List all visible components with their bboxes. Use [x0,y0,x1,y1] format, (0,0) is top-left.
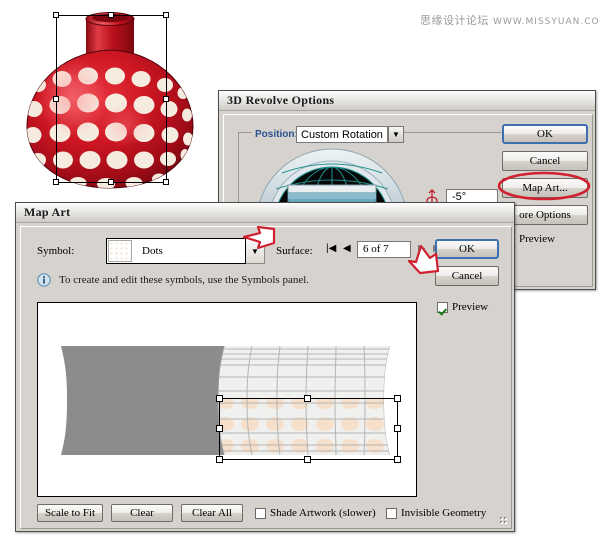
invisible-geometry-label: Invisible Geometry [401,507,487,519]
map-art-preview-canvas[interactable] [37,302,417,497]
map-art-title: Map Art [24,205,71,219]
selection-handle[interactable] [108,179,114,185]
selection-handle[interactable] [53,179,59,185]
map-art-body: Symbol: Dots ▼ Surface: |◀ ◀ 6 of 7 ▶ ▶|… [20,226,512,529]
symbol-label: Symbol: [37,245,75,257]
vase-illustration [26,12,194,189]
info-icon [37,273,51,287]
map-art-titlebar[interactable]: Map Art [16,203,514,223]
selection-handle[interactable] [163,179,169,185]
invisible-geometry-row[interactable]: Invisible Geometry [386,507,486,519]
surface-label: Surface: [276,245,313,257]
map-art-cancel-button[interactable]: Cancel [435,266,499,286]
revolve-ok-button[interactable]: OK [502,124,588,144]
shade-artwork-checkbox[interactable] [255,507,266,519]
art-selection-handle[interactable] [216,425,223,432]
art-selection-handle[interactable] [394,395,401,402]
map-art-dialog[interactable]: Map Art Symbol: Dots ▼ Surface: |◀ ◀ 6 o… [15,202,515,532]
symbol-dropdown-arrow[interactable]: ▼ [246,238,265,264]
watermark: 思缘设计论坛 WWW.MISSYUAN.COM [420,12,600,28]
watermark-url: WWW.MISSYUAN.COM [493,17,600,27]
revolve-preview-label: Preview [519,233,556,245]
art-selection-handle[interactable] [394,456,401,463]
selection-handle[interactable] [163,12,169,18]
surface-first-button[interactable]: |◀ [326,244,336,254]
surface-index-field[interactable]: 6 of 7 [357,241,411,258]
clear-all-button[interactable]: Clear All [181,504,243,522]
revolve-cancel-button[interactable]: Cancel [502,151,588,171]
symbol-field[interactable]: Dots [106,238,246,264]
map-art-preview-row[interactable]: Preview [437,301,488,313]
symbol-value: Dots [142,245,163,257]
invisible-geometry-checkbox[interactable] [386,507,397,519]
art-selection-handle[interactable] [394,425,401,432]
map-art-button[interactable]: Map Art... [502,178,588,198]
map-art-preview-label: Preview [452,301,489,313]
selection-handle[interactable] [53,12,59,18]
art-selection-handle[interactable] [304,456,311,463]
shade-artwork-row[interactable]: Shade Artwork (slower) [255,507,376,519]
selection-handle[interactable] [163,96,169,102]
map-art-ok-button[interactable]: OK [435,239,499,259]
polka-dot-vase-artwork[interactable] [10,5,210,195]
resize-grip[interactable] [499,516,508,525]
symbols-panel-hint: To create and edit these symbols, use th… [59,274,310,286]
watermark-chinese: 思缘设计论坛 [420,14,489,27]
revolve-dialog-title: 3D Revolve Options [227,93,335,107]
symbol-thumbnail [108,240,132,262]
art-selection-handle[interactable] [216,395,223,402]
surface-prev-button[interactable]: ◀ [343,244,351,254]
revolve-dialog-titlebar[interactable]: 3D Revolve Options [219,91,595,111]
art-selection-handle[interactable] [304,395,311,402]
selection-handle[interactable] [53,96,59,102]
uv-surface-map [61,345,390,456]
shade-artwork-label: Shade Artwork (slower) [270,507,376,519]
map-art-preview-checkbox[interactable] [437,301,448,313]
art-selection-handle[interactable] [216,456,223,463]
surface-next-button[interactable]: ▶ [418,244,426,254]
scale-to-fit-button[interactable]: Scale to Fit [37,504,103,522]
clear-button[interactable]: Clear [111,504,173,522]
selection-handle[interactable] [108,12,114,18]
